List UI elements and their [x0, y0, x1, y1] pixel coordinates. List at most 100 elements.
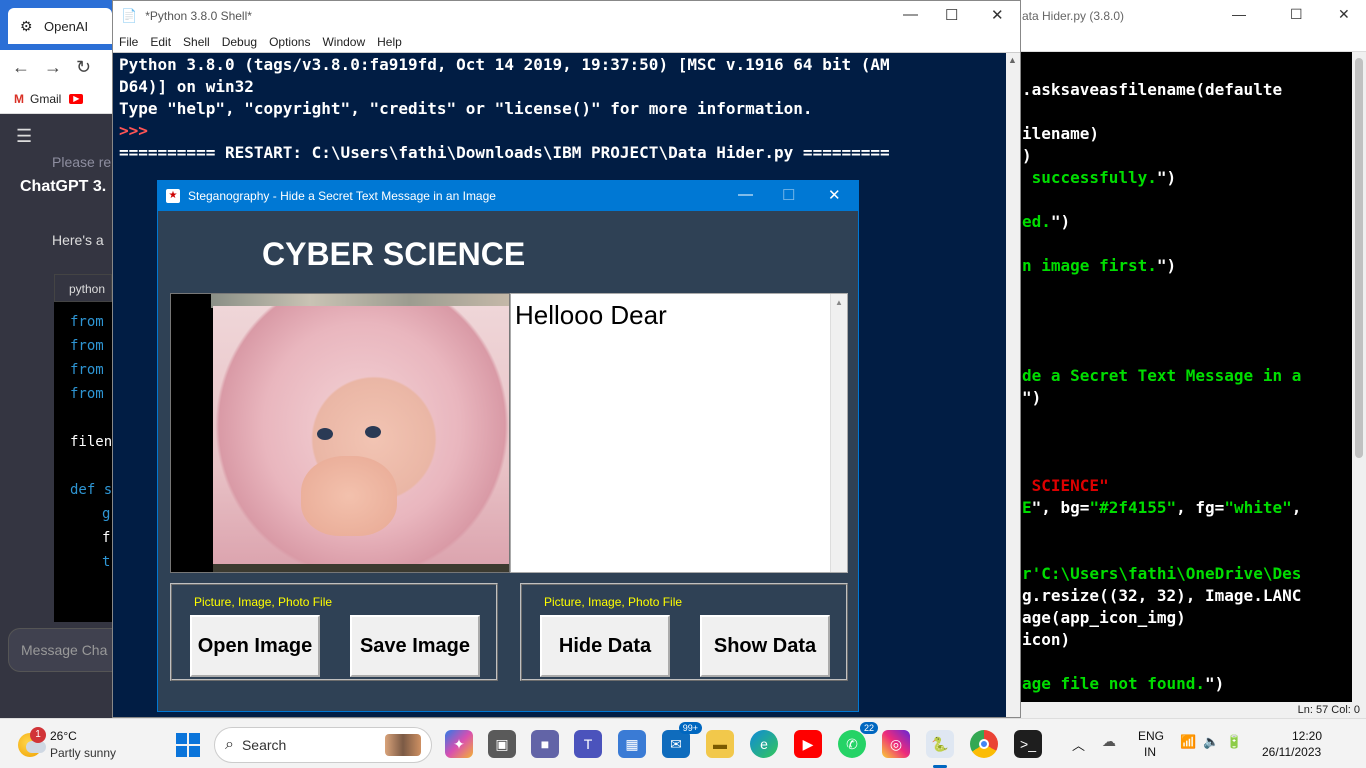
code-line: r'C:\Users\fathi\OneDrive\Des — [1022, 564, 1302, 583]
scroll-up-icon[interactable]: ▲ — [835, 298, 843, 307]
language-top[interactable]: ENG — [1138, 729, 1164, 743]
photo-detail — [317, 428, 333, 440]
browser-window: ⚙ OpenAI ← → ↻ M Gmail ▶ ☰ Please re Cha… — [0, 0, 112, 718]
secret-text-area[interactable]: Hellooo Dear ▲ — [510, 293, 848, 573]
shell-scrollbar[interactable]: ▲ — [1006, 53, 1020, 717]
video-call-icon[interactable]: ■ — [531, 730, 559, 758]
volume-icon[interactable]: 🔈 — [1203, 734, 1219, 750]
menu-icon[interactable]: ☰ — [16, 126, 32, 147]
code-line: E", bg="#2f4155", fg="white", — [1022, 498, 1302, 517]
taskbar-search[interactable]: ⌕ Search — [214, 727, 432, 763]
whatsapp-icon[interactable]: ✆ 22 — [838, 722, 878, 758]
close-icon[interactable]: ✕ — [828, 186, 841, 204]
clock-date[interactable]: 26/11/2023 — [1262, 745, 1321, 759]
secret-text: Hellooo Dear — [515, 300, 667, 330]
edge-icon[interactable]: e — [750, 730, 778, 758]
save-image-button[interactable]: Save Image — [350, 615, 480, 677]
baby-photo — [213, 306, 509, 572]
maximize-icon[interactable]: ☐ — [945, 6, 958, 24]
gmail-icon: M — [14, 91, 24, 106]
image-controls-frame: Picture, Image, Photo File Open Image Sa… — [170, 583, 498, 681]
code-line: from — [70, 386, 104, 402]
code-line: g — [102, 506, 111, 522]
weather-widget[interactable]: 1 26°C Partly sunny — [16, 727, 126, 763]
menu-shell[interactable]: Shell — [183, 35, 210, 49]
code-line: ) — [1022, 146, 1032, 165]
open-image-button[interactable]: Open Image — [190, 615, 320, 677]
frame-label: Picture, Image, Photo File — [194, 595, 333, 609]
menu-window[interactable]: Window — [322, 35, 365, 49]
menu-help[interactable]: Help — [377, 35, 402, 49]
scroll-thumb[interactable] — [1355, 58, 1363, 458]
app-heading: CYBER SCIENCE — [262, 236, 526, 272]
editor-status: Ln: 57 Col: 0 — [1016, 702, 1366, 718]
onedrive-icon[interactable]: ☁ — [1102, 733, 1116, 750]
minimize-icon[interactable]: — — [1232, 6, 1246, 22]
browser-tab-openai[interactable]: ⚙ OpenAI — [8, 8, 112, 44]
editor-title: ata Hider.py (3.8.0) — [1022, 9, 1125, 23]
tab-title: OpenAI — [44, 18, 89, 34]
file-explorer-icon[interactable]: ▬ — [706, 730, 734, 758]
weather-temp: 26°C — [50, 729, 77, 743]
code-line: successfully.") — [1022, 168, 1177, 187]
notice-text: Please re — [52, 154, 112, 170]
app-titlebar: ★ Steganography - Hide a Secret Text Mes… — [158, 181, 858, 211]
menu-file[interactable]: File — [119, 35, 138, 49]
teams-icon[interactable]: T — [574, 730, 602, 758]
whatsapp-badge: 22 — [859, 722, 878, 734]
chrome-icon[interactable] — [970, 730, 998, 758]
copilot-icon[interactable]: ✦ — [445, 730, 473, 758]
menu-options[interactable]: Options — [269, 35, 310, 49]
minimize-icon[interactable]: — — [903, 6, 918, 23]
youtube-icon[interactable]: ▶ — [794, 730, 822, 758]
battery-icon[interactable]: 🔋 — [1226, 734, 1242, 750]
code-line: ed.") — [1022, 212, 1071, 231]
app-title: Steganography - Hide a Secret Text Messa… — [188, 189, 496, 203]
mail-icon[interactable]: ✉ 99+ — [662, 722, 702, 758]
close-icon[interactable]: ✕ — [1338, 6, 1350, 23]
frame-label: Picture, Image, Photo File — [544, 595, 683, 609]
photo-detail — [365, 426, 381, 438]
task-view-icon[interactable]: ▣ — [488, 730, 516, 758]
weather-condition: Partly sunny — [50, 746, 117, 760]
store-icon[interactable]: ▦ — [618, 730, 646, 758]
code-line: from — [70, 338, 104, 354]
console-line: D64)] on win32 — [119, 77, 254, 96]
reply-text: Here's a — [52, 232, 104, 248]
language-bottom[interactable]: IN — [1144, 745, 1156, 759]
minimize-icon[interactable]: — — [738, 186, 753, 203]
python-icon[interactable]: 🐍 — [926, 730, 954, 758]
shell-title: *Python 3.8.0 Shell* — [145, 9, 252, 23]
message-input[interactable]: Message Cha — [8, 628, 112, 672]
code-line: age file not found.") — [1022, 674, 1225, 693]
windows-start-icon[interactable] — [176, 733, 200, 757]
clock-time[interactable]: 12:20 — [1292, 729, 1322, 743]
code-line: f — [102, 530, 111, 546]
editor-scrollbar[interactable] — [1352, 52, 1366, 702]
show-hidden-icons-icon[interactable]: ︿ — [1072, 735, 1085, 754]
terminal-icon[interactable]: >_ — [1014, 730, 1042, 758]
reload-icon[interactable]: ↻ — [76, 57, 91, 78]
close-icon[interactable]: ✕ — [991, 6, 1004, 24]
instagram-icon[interactable]: ◎ — [882, 730, 910, 758]
openai-logo-icon: ⚙ — [20, 18, 33, 34]
text-scrollbar[interactable]: ▲ — [830, 294, 847, 572]
show-data-button[interactable]: Show Data — [700, 615, 830, 677]
back-icon[interactable]: ← — [12, 57, 30, 78]
hide-data-button[interactable]: Hide Data — [540, 615, 670, 677]
menu-edit[interactable]: Edit — [150, 35, 171, 49]
data-controls-frame: Picture, Image, Photo File Hide Data Sho… — [520, 583, 848, 681]
chat-title[interactable]: ChatGPT 3. — [20, 178, 106, 196]
scroll-up-icon[interactable]: ▲ — [1008, 55, 1017, 65]
bookmark-gmail[interactable]: Gmail — [30, 92, 61, 106]
code-line: ") — [1022, 388, 1042, 407]
wifi-icon[interactable]: 📶 — [1180, 734, 1196, 750]
maximize-icon[interactable]: ☐ — [1290, 6, 1303, 23]
forward-icon[interactable]: → — [44, 57, 62, 78]
menu-debug[interactable]: Debug — [222, 35, 257, 49]
youtube-icon[interactable]: ▶ — [69, 93, 84, 104]
editor-window: ata Hider.py (3.8.0) — ☐ ✕ .asksaveasfil… — [1016, 0, 1366, 718]
weather-badge: 1 — [30, 727, 46, 743]
search-highlight-image — [385, 734, 421, 756]
code-language: python — [54, 274, 112, 302]
